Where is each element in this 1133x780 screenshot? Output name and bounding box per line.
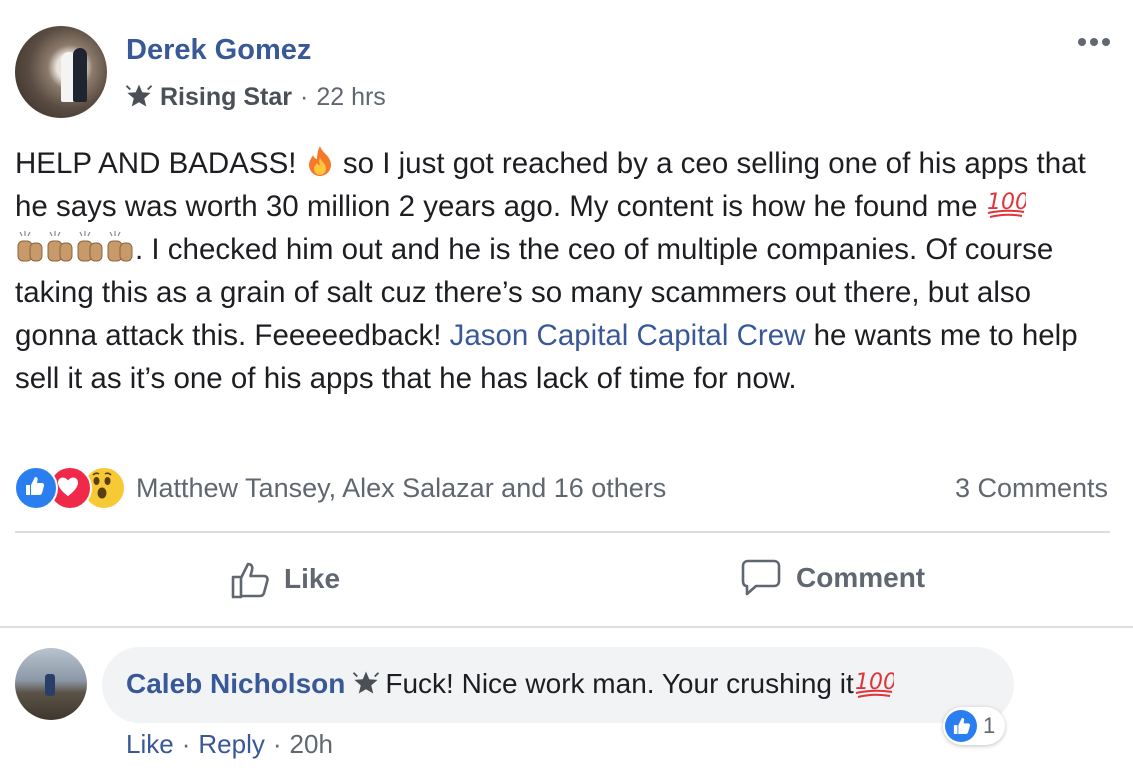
- comment-author-avatar[interactable]: [15, 648, 87, 720]
- post-timestamp[interactable]: 22 hrs: [316, 83, 385, 112]
- more-options-icon[interactable]: [1078, 38, 1110, 46]
- post-body: HELP AND BADASS! so I just got reached b…: [15, 142, 1120, 400]
- rising-star-icon: [125, 84, 153, 107]
- post-author-name[interactable]: Derek Gomez: [126, 34, 311, 67]
- separator: ·: [181, 729, 191, 759]
- like-reaction-icon: [945, 710, 977, 742]
- reactions-summary[interactable]: Matthew Tansey, Alex Salazar and 16 othe…: [14, 466, 666, 510]
- fire-emoji: [308, 146, 331, 176]
- divider: [15, 531, 1110, 533]
- comment-text: Fuck! Nice work man. Your crushing it: [385, 668, 854, 699]
- comment-like-count[interactable]: 1: [943, 707, 1006, 745]
- avatar-figure: [45, 674, 55, 696]
- hundred-emoji: 100: [987, 190, 1026, 218]
- like-label: Like: [284, 563, 341, 594]
- comment-label: Comment: [796, 562, 926, 593]
- post-author-badge[interactable]: Rising Star: [160, 83, 292, 112]
- comment-bubble-icon: [741, 559, 781, 596]
- meta-separator: ·: [299, 82, 309, 111]
- comment-like-link[interactable]: Like: [126, 729, 174, 760]
- thumbs-up-icon: [231, 562, 269, 599]
- avatar-figure-groom: [73, 48, 87, 102]
- separator: ·: [272, 729, 282, 759]
- mention-link[interactable]: Jason Capital Capital Crew: [450, 319, 806, 352]
- comments-count[interactable]: 3 Comments: [955, 473, 1108, 504]
- author-avatar[interactable]: [15, 26, 107, 118]
- post-meta: Rising Star · 22 hrs: [124, 82, 386, 112]
- comment-like-number: 1: [983, 713, 996, 738]
- comment-timestamp[interactable]: 20h: [290, 729, 333, 760]
- reactions-names[interactable]: Matthew Tansey, Alex Salazar and 16 othe…: [136, 473, 666, 504]
- comment-actions: Like · Reply · 20h: [126, 729, 333, 760]
- post-text-part1: HELP AND BADASS!: [15, 147, 297, 180]
- like-reaction-icon: [14, 466, 58, 510]
- comment-author-name[interactable]: Caleb Nicholson: [126, 668, 345, 700]
- comment-content: Caleb Nicholson Fuck! Nice work man. You…: [126, 668, 894, 700]
- post-card: Derek Gomez Rising Star · 22 hrs HELP AN…: [0, 0, 1133, 626]
- divider: [0, 626, 1133, 628]
- comment-reply-link[interactable]: Reply: [198, 729, 264, 760]
- rising-star-icon: [353, 671, 380, 694]
- comment-button[interactable]: Comment: [740, 558, 925, 598]
- clapping-hands-emoji: [17, 231, 133, 262]
- hundred-emoji: 100: [855, 670, 894, 698]
- like-button[interactable]: Like: [230, 558, 340, 600]
